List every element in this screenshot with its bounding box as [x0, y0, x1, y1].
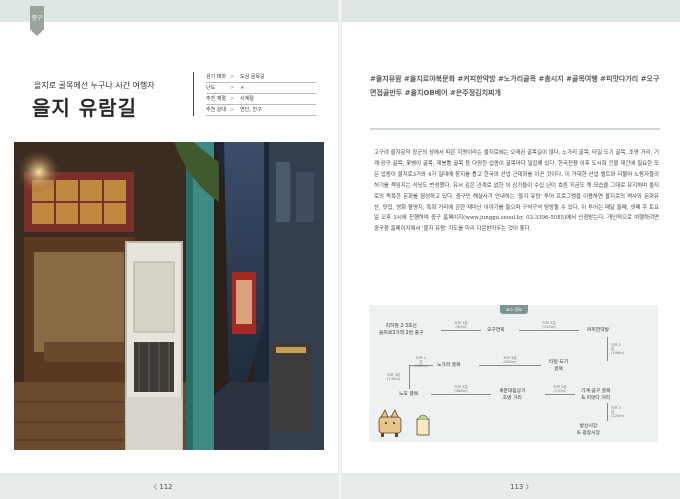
route-distance: 도보 2분 (106m) — [611, 343, 625, 355]
hashtags: #을지유람 #을지로야북문화 #커피한약방 #노가리골목 #충시지 #골목여행 … — [370, 75, 660, 97]
right-page: #을지유람 #을지로야북문화 #커피한약방 #노가리골목 #충시지 #골목여행 … — [340, 0, 680, 499]
route-distance: 도보 2분 (125m) — [611, 406, 625, 418]
info-key: 난도 — [206, 85, 216, 91]
chevron-right-icon: > — [230, 74, 235, 80]
info-value: 사계절 — [240, 96, 254, 102]
info-table: 걷기 테마 > 도심 골목길 난도 > ★ 추천 계절 > 사계절 추천 상대 > 연인, 친구 — [206, 72, 316, 116]
route-distance: 도보 2분 (110m) — [553, 385, 567, 393]
section-tab: 중구 — [30, 6, 44, 36]
info-value: 도심 골목길 — [240, 74, 265, 80]
cat-illustration-icon — [378, 409, 430, 437]
chevron-right-icon: > — [230, 96, 235, 102]
body-text: 고구려 을지문덕 장군의 성에서 따온 지명이라는 을지로에는 오래된 골목길이… — [374, 150, 659, 233]
page-number-value: 112 — [159, 483, 173, 491]
route-node: 타일·도기 골목 — [549, 360, 569, 372]
route-node: 세운대림상가 조명 거리 — [499, 389, 526, 401]
route-distance: 도보 2분 (110m) — [542, 321, 556, 329]
info-key: 추천 계절 — [206, 96, 226, 102]
subtitle: 을지로 골목에선 누구나 시간 여행자 — [34, 81, 155, 90]
route-distance: 도보 3분 (140m) — [387, 373, 401, 381]
page-title: 을지 유람길 — [32, 96, 137, 120]
route-arrow: 도보 2분 (106m) — [607, 337, 624, 361]
route-distance: 도보 2분 (140m) — [414, 356, 428, 368]
book-gutter — [338, 0, 342, 499]
info-row: 난도 > ★ — [206, 83, 316, 94]
route-node: 노포 골목 — [399, 392, 419, 397]
route-distance: 도보 3분 (200m) — [503, 356, 517, 364]
info-key: 걷기 테마 — [206, 74, 226, 80]
book-spread: 중구 을지로 골목에선 누구나 시간 여행자 을지 유람길 걷기 테마 > 도심 골… — [0, 0, 680, 499]
alley-photo — [14, 142, 324, 450]
route-arrow: 도보 5분 (288m) — [431, 385, 491, 395]
section-divider — [370, 128, 660, 130]
route-node: 노가리 골목 — [437, 363, 461, 368]
info-key: 추천 상대 — [206, 107, 226, 113]
page-number: 113 〉 — [510, 483, 533, 491]
left-page: 중구 을지로 골목에선 누구나 시간 여행자 을지 유람길 걷기 테마 > 도심 골… — [0, 0, 340, 499]
difficulty-star-icon: ★ — [240, 85, 245, 91]
route-arrow: 도보 2분 (125m) — [607, 403, 624, 421]
route-node: 커피한약방 — [587, 328, 610, 333]
chevron-right-icon: > — [230, 107, 235, 113]
route-arrow: 도보 2분 (110m) — [519, 321, 579, 331]
info-value: 연인, 친구 — [240, 107, 262, 113]
divider-line — [193, 72, 194, 116]
route-arrow: 도보 3분 (140m) — [387, 365, 410, 389]
section-tab-label: 중구 — [31, 15, 43, 22]
top-band — [340, 0, 680, 22]
route-distance: 도보 1분 (30m) — [454, 321, 468, 329]
route-arrow: 도보 2분 (110m) — [545, 385, 575, 395]
page-number: 〈 112 — [150, 483, 173, 491]
route-distance: 도보 5분 (288m) — [454, 385, 468, 393]
page-number-value: 113 — [510, 483, 524, 491]
route-node-start: 지하철 2·3호선 을지로3가역 2번 출구 — [379, 324, 424, 336]
info-row: 추천 상대 > 연인, 친구 — [206, 105, 316, 116]
alley-photo-illustration — [14, 142, 324, 450]
route-node: 오구면옥 — [487, 328, 505, 333]
top-band — [0, 0, 340, 22]
route-arrow: 도보 2분 (140m) — [409, 356, 433, 368]
info-row: 걷기 테마 > 도심 골목길 — [206, 72, 316, 83]
route-arrow: 도보 1분 (30m) — [441, 321, 481, 331]
route-arrow: 도보 3분 (200m) — [479, 356, 541, 366]
route-node: 방산시장 & 광장시장 — [577, 424, 600, 436]
route-map: 코스 정보 지하철 2·3호선 을지로3가역 2번 출구 도보 1분 (30m)… — [369, 305, 658, 442]
chevron-right-icon: > — [230, 85, 235, 91]
route-header: 코스 정보 — [500, 305, 528, 314]
info-row: 추천 계절 > 사계절 — [206, 94, 316, 105]
route-node: 기계·공구 골목 & 피맛다 거리 — [581, 389, 611, 401]
